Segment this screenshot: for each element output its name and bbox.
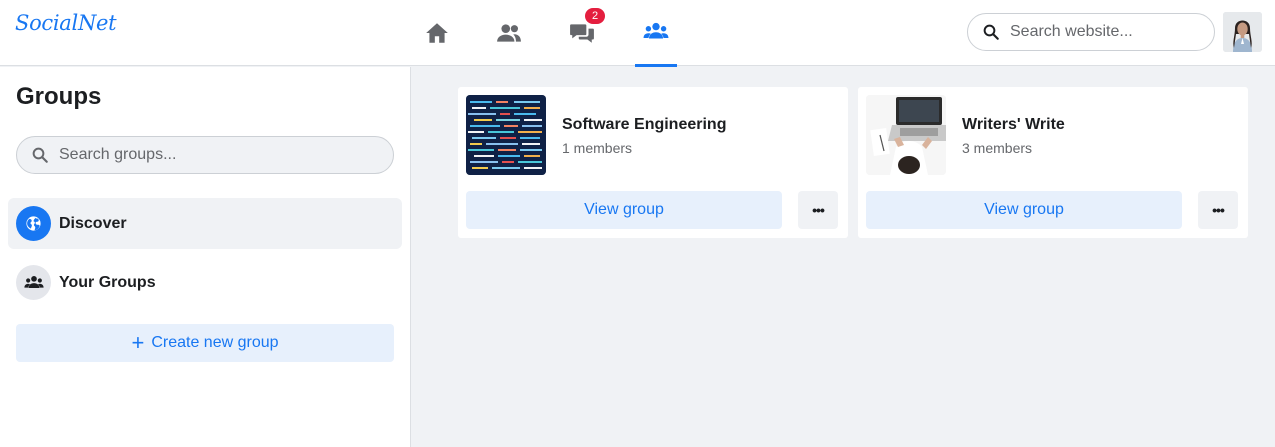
top-navbar: SocialNet 2 (0, 0, 1275, 67)
globe-icon (16, 206, 51, 241)
group-card: Writers' Write 3 members View group ••• (858, 87, 1248, 238)
sidebar-item-label: Discover (59, 214, 127, 232)
friends-icon (497, 24, 521, 42)
group-search-box[interactable] (16, 136, 394, 174)
sidebar-item-label: Your Groups (59, 273, 156, 291)
group-name[interactable]: Software Engineering (562, 116, 726, 134)
search-icon (983, 24, 999, 40)
messages-badge: 2 (585, 8, 605, 24)
group-member-count: 3 members (962, 140, 1033, 156)
view-group-button[interactable]: View group (866, 191, 1182, 229)
site-search-box[interactable] (967, 13, 1215, 51)
nav-tab-messages[interactable]: 2 (561, 0, 605, 66)
sidebar-item-discover[interactable]: Discover (8, 198, 402, 249)
more-options-button[interactable]: ••• (798, 191, 838, 229)
groups-icon (643, 22, 669, 39)
sidebar: Groups Discover Your Groups + Create new… (0, 67, 411, 447)
groups-icon (16, 265, 51, 300)
search-icon (32, 147, 48, 163)
page-title: Groups (16, 83, 102, 110)
group-thumbnail[interactable] (466, 95, 546, 175)
create-group-label: Create new group (151, 334, 279, 351)
sidebar-item-your-groups[interactable]: Your Groups (8, 257, 402, 308)
group-card: Software Engineering 1 members View grou… (458, 87, 848, 238)
group-thumbnail[interactable] (866, 95, 946, 175)
group-search-input[interactable] (59, 146, 379, 164)
nav-tab-home[interactable] (416, 0, 458, 66)
more-options-button[interactable]: ••• (1198, 191, 1238, 229)
site-search-input[interactable] (1010, 23, 1200, 41)
create-group-button[interactable]: + Create new group (16, 324, 394, 362)
view-group-button[interactable]: View group (466, 191, 782, 229)
group-name[interactable]: Writers' Write (962, 116, 1065, 134)
nav-tab-groups[interactable] (635, 0, 677, 67)
home-icon (426, 23, 448, 43)
group-member-count: 1 members (562, 140, 633, 156)
user-avatar[interactable] (1223, 12, 1262, 52)
plus-icon: + (131, 330, 145, 355)
nav-tab-friends[interactable] (488, 0, 530, 66)
app-logo[interactable]: SocialNet (15, 11, 117, 35)
